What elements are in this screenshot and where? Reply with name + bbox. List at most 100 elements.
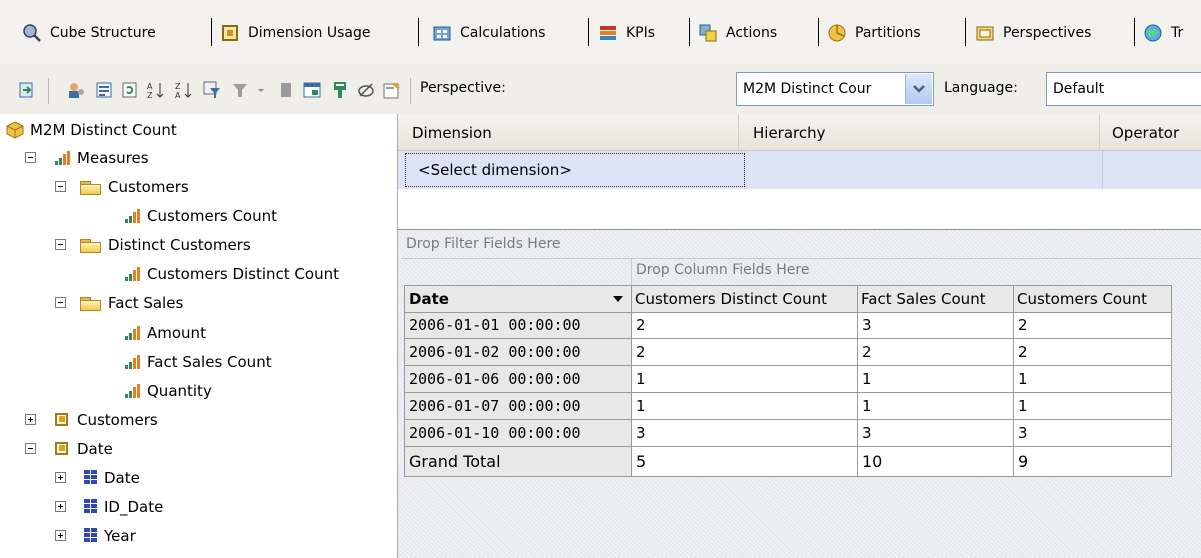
drop-column-zone[interactable]: Drop Column Fields Here [636,262,809,278]
tab-actions[interactable]: Actions [698,14,777,52]
table-cell: 3 [632,420,858,447]
row-header[interactable]: 2006-01-02 00:00:00 [404,339,632,366]
dropdown-arrow-icon[interactable] [613,296,623,302]
tree-item-customers-distinct-count[interactable]: Customers Distinct Count [123,261,339,287]
collapse-toggle[interactable] [55,181,66,192]
column-header[interactable]: Fact Sales Count [858,285,1014,313]
table-cell: 2 [1014,339,1172,366]
table-cell: 3 [858,313,1014,339]
tree-item-quantity[interactable]: Quantity [123,378,212,404]
tree-item-fact-sales-group[interactable]: Fact Sales [80,290,183,316]
properties-icon[interactable] [382,80,402,100]
hierarchy-icon [80,469,98,487]
tab-translations[interactable]: Tr [1143,14,1183,52]
grand-total-cell: 9 [1014,447,1172,477]
hierarchy-icon [80,498,98,516]
tab-separator [689,18,690,46]
dimension-usage-icon [220,23,240,43]
perspective-select[interactable]: M2M Distinct Cour [736,72,934,106]
measures-icon [53,149,71,167]
tree-item-date-dimension[interactable]: Date [53,436,113,462]
tree-item-customers-count[interactable]: Customers Count [123,203,277,229]
column-header-dimension[interactable]: Dimension [398,114,738,150]
tree-item-distinct-customers-group[interactable]: Distinct Customers [80,232,251,258]
reconnect-icon[interactable] [17,80,37,100]
tree-item-amount[interactable]: Amount [123,320,206,346]
clear-results-icon[interactable] [356,80,376,100]
row-header[interactable]: 2006-01-07 00:00:00 [404,393,632,420]
tab-calculations[interactable]: Calculations [432,14,545,52]
sort-descending-icon[interactable]: ZA [174,80,194,100]
tab-perspectives[interactable]: Perspectives [975,14,1091,52]
table-cell: 2 [1014,313,1172,339]
cube-icon [6,121,24,139]
collapse-toggle[interactable] [55,297,66,308]
tree-root-cube[interactable]: M2M Distinct Count [6,117,177,143]
row-header[interactable]: 2006-01-06 00:00:00 [404,366,632,393]
collapse-toggle[interactable] [25,443,36,454]
chevron-down-icon[interactable] [905,74,932,104]
column-header[interactable]: Customers Distinct Count [632,285,858,313]
tree-item-measures[interactable]: Measures [53,145,149,171]
pivot-icon[interactable] [330,80,350,100]
column-header-operator[interactable]: Operator [1100,114,1201,150]
grand-total-label[interactable]: Grand Total [404,447,632,477]
tree-item-date-hierarchy[interactable]: Date [80,465,140,491]
tree-item-fact-sales-count[interactable]: Fact Sales Count [123,349,272,375]
row-header[interactable]: 2006-01-10 00:00:00 [404,420,632,447]
tree-item-year-hierarchy[interactable]: Year [80,523,136,549]
divider [631,259,632,285]
tab-cube-structure[interactable]: Cube Structure [22,14,156,52]
expand-toggle[interactable] [55,472,66,483]
tab-kpis[interactable]: KPIs [598,14,655,52]
table-cell: 3 [1014,420,1172,447]
tree-item-id-date-hierarchy[interactable]: ID_Date [80,494,163,520]
language-label: Language: [944,80,1018,96]
filter-grid-header: Dimension Hierarchy Operator [398,114,1201,151]
table-cell: 1 [858,366,1014,393]
svg-text:Z: Z [175,82,181,91]
select-dimension-cell[interactable]: <Select dimension> [405,153,745,187]
table-cell: 2 [632,313,858,339]
drop-filter-zone[interactable]: Drop Filter Fields Here [406,236,561,252]
perspectives-icon [975,23,995,43]
table-cell: 1 [858,393,1014,420]
language-select[interactable]: Default [1046,72,1201,106]
column-header-hierarchy[interactable]: Hierarchy [739,114,1099,150]
expand-toggle[interactable] [55,501,66,512]
table-cell: 2 [632,339,858,366]
expand-toggle[interactable] [25,414,36,425]
browser-toolbar: AZ ZA Perspective: M2M Distinct Cour Lan… [0,64,1201,115]
tab-partitions[interactable]: Partitions [827,14,921,52]
tab-separator [818,18,819,46]
collapse-toggle[interactable] [25,152,36,163]
tree-item-customers-group[interactable]: Customers [80,174,189,200]
tab-dimension-usage[interactable]: Dimension Usage [220,14,371,52]
folder-icon [80,179,102,195]
filter-icon[interactable] [202,80,222,100]
expand-toggle[interactable] [55,530,66,541]
toolbar-separator [410,78,411,104]
folder-icon [80,295,102,311]
table-cell: 1 [1014,393,1172,420]
tab-separator [588,18,589,46]
kpis-icon [598,23,618,43]
row-header[interactable]: 2006-01-01 00:00:00 [404,313,632,339]
collapse-toggle[interactable] [55,239,66,250]
tree-item-customers-dimension[interactable]: Customers [53,407,158,433]
sort-ascending-icon[interactable]: AZ [146,80,166,100]
actions-icon [698,23,718,43]
tab-separator [211,18,212,46]
table-cell: 2 [858,339,1014,366]
change-user-icon[interactable] [94,80,114,100]
user-security-icon[interactable] [66,80,86,100]
refresh-icon[interactable] [120,80,140,100]
show-filter-pane-icon[interactable] [302,80,322,100]
table-cell: 1 [632,393,858,420]
measure-icon [123,324,141,342]
table-cell: 1 [632,366,858,393]
show-empty-cells-icon [276,80,296,100]
row-field-date[interactable]: Date [404,285,632,313]
perspective-label: Perspective: [420,80,506,96]
column-header[interactable]: Customers Count [1014,285,1172,313]
